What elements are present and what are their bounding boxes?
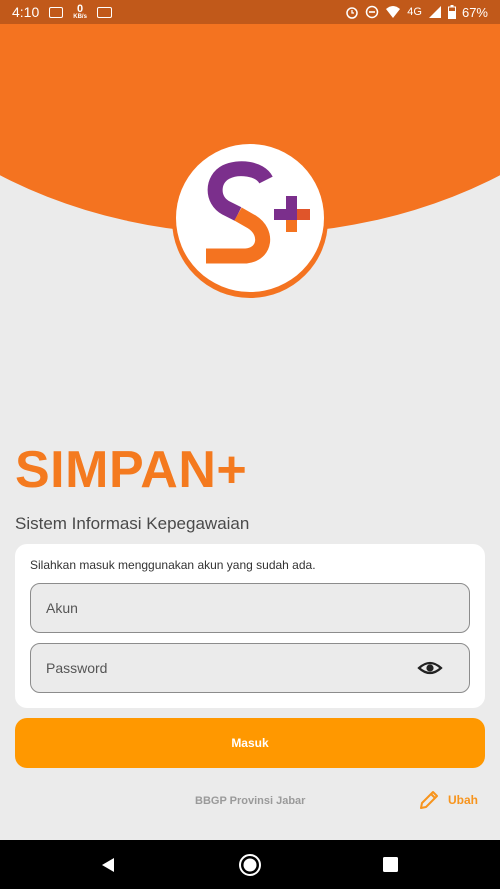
navigation-bar xyxy=(0,840,500,889)
net-speed-unit: KB/s xyxy=(73,14,87,20)
battery-percent: 67% xyxy=(461,4,488,20)
status-bar: 4:10 0 KB/s 4G 67% xyxy=(0,0,500,24)
network-type: 4G xyxy=(407,6,422,18)
translate-icon xyxy=(96,6,112,18)
logo-s-plus-icon xyxy=(206,161,310,264)
change-button[interactable]: Ubah xyxy=(418,789,478,811)
account-input[interactable] xyxy=(30,583,470,633)
password-input[interactable] xyxy=(30,643,470,693)
change-label: Ubah xyxy=(448,793,478,807)
back-icon[interactable] xyxy=(100,857,116,873)
app-title: SIMPAN+ xyxy=(15,441,248,499)
app-logo xyxy=(176,144,324,292)
image-icon xyxy=(49,6,64,18)
alarm-icon xyxy=(346,7,359,19)
signal-icon xyxy=(428,6,441,18)
pencil-icon xyxy=(420,791,438,809)
app-subtitle: Sistem Informasi Kepegawaian xyxy=(15,514,250,533)
wifi-icon xyxy=(386,6,401,18)
recents-icon[interactable] xyxy=(383,857,398,872)
dnd-icon xyxy=(366,5,379,19)
net-speed-value: 0 xyxy=(77,3,84,15)
status-time: 4:10 xyxy=(12,4,40,20)
organization-label: BBGP Provinsi Jabar xyxy=(195,795,306,807)
battery-icon xyxy=(447,5,456,19)
login-button[interactable]: Masuk xyxy=(15,718,485,768)
login-hint: Silahkan masuk menggunakan akun yang sud… xyxy=(30,558,316,572)
home-icon[interactable] xyxy=(238,853,262,877)
eye-icon[interactable] xyxy=(417,657,443,679)
net-speed: 0 KB/s xyxy=(73,3,87,21)
